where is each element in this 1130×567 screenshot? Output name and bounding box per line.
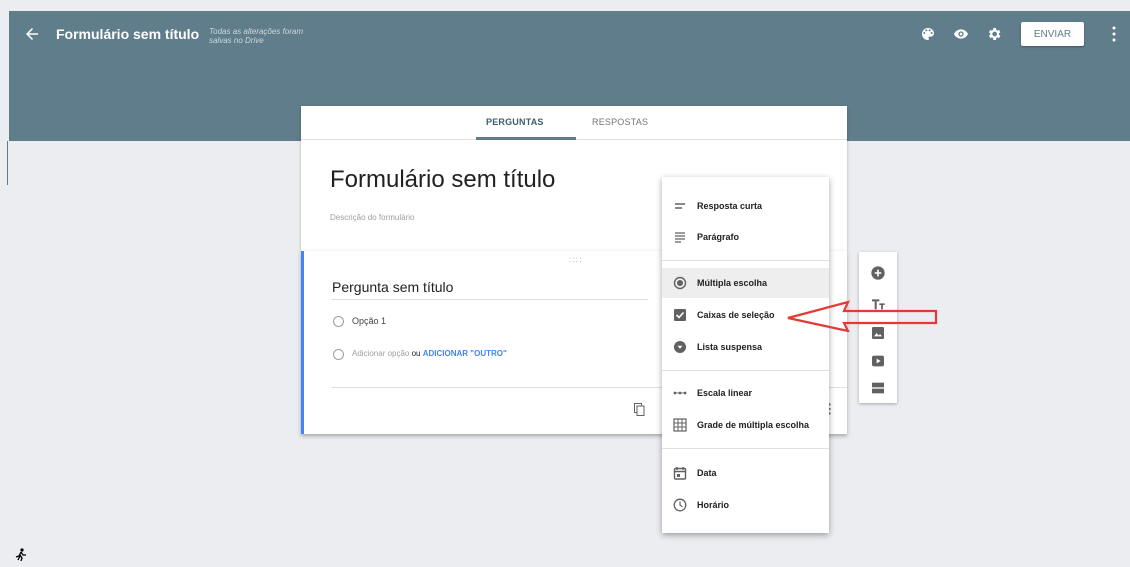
menu-item-multiple-choice[interactable]: Múltipla escolha [662,268,829,298]
grid-icon [673,418,687,432]
toolbar: Formulário sem título Todas as alteraçõe… [9,11,1130,57]
left-edge-line [7,141,8,185]
back-arrow-icon[interactable] [23,25,41,43]
menu-item-label: Múltipla escolha [697,278,768,288]
tab-bar: PERGUNTAS RESPOSTAS [301,106,847,140]
menu-item-dropdown[interactable]: Lista suspensa [662,332,829,362]
option-radio [333,316,344,327]
menu-item-short-answer[interactable]: Resposta curta [662,191,829,221]
menu-item-time[interactable]: Horário [662,490,829,520]
running-figure-icon [15,548,26,562]
option-1-label[interactable]: Opção 1 [352,316,386,326]
preview-eye-icon[interactable] [953,26,969,42]
question-title-input[interactable]: Pergunta sem título [332,279,648,300]
dropdown-icon [674,341,686,353]
add-video-icon[interactable] [870,353,886,369]
menu-item-label: Parágrafo [697,232,740,242]
tab-responses[interactable]: RESPOSTAS [592,117,648,127]
palette-icon[interactable] [920,26,936,42]
menu-item-label: Escala linear [697,388,753,398]
active-tab-indicator [476,137,576,140]
add-option-radio [333,349,344,360]
send-button[interactable]: ENVIAR [1021,22,1084,46]
form-title[interactable]: Formulário sem título [330,166,555,194]
menu-divider [662,370,829,371]
form-name[interactable]: Formulário sem título [56,26,199,42]
add-option-row: Adicionar opção ou ADICIONAR "OUTRO" [352,349,507,358]
or-text: ou [411,349,421,358]
saved-status: Todas as alterações foram salvas no Driv… [209,27,303,45]
add-option-link[interactable]: Adicionar opção [352,349,409,358]
form-description-input[interactable]: Descrição do formulário [330,213,414,222]
add-other-link[interactable]: ADICIONAR "OUTRO" [423,349,507,358]
menu-item-label: Lista suspensa [697,342,763,352]
calendar-icon [673,467,687,480]
more-options-icon[interactable] [1111,26,1117,42]
menu-item-label: Resposta curta [697,201,763,211]
menu-item-paragraph[interactable]: Parágrafo [662,222,829,252]
red-annotation-arrow [787,300,938,332]
menu-item-label: Caixas de seleção [697,310,775,320]
tab-questions[interactable]: PERGUNTAS [486,117,544,127]
add-question-icon[interactable] [870,265,886,281]
menu-item-label: Grade de múltipla escolha [697,420,810,430]
short-text-icon [675,203,685,209]
paragraph-icon [675,232,685,243]
duplicate-icon[interactable] [634,403,645,416]
drag-handle-icon[interactable]: ∷∷ [569,255,582,266]
clock-icon [673,498,687,512]
menu-item-grid[interactable]: Grade de múltipla escolha [662,410,829,440]
menu-divider [662,260,829,261]
radio-button-icon [673,276,687,290]
menu-divider [662,448,829,449]
linear-scale-icon [673,391,687,395]
menu-item-label: Horário [697,500,730,510]
menu-item-linear-scale[interactable]: Escala linear [662,378,829,408]
settings-gear-icon[interactable] [986,26,1002,42]
menu-item-date[interactable]: Data [662,458,829,488]
question-type-menu: Resposta curta Parágrafo Múltipla escolh… [662,177,829,533]
checkbox-icon [674,309,686,321]
add-section-icon[interactable] [870,380,886,396]
menu-item-label: Data [697,468,717,478]
